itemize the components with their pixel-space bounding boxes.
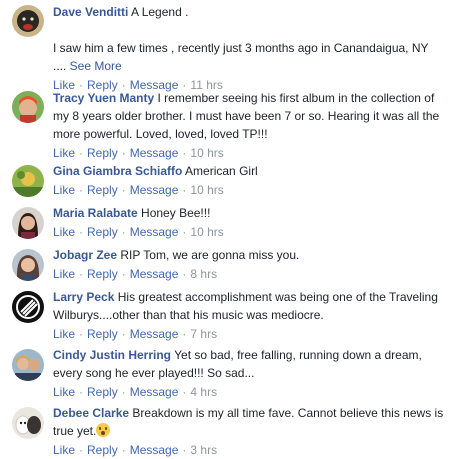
comment-author[interactable]: Gina Giambra Schiaffo bbox=[53, 164, 182, 178]
avatar-couple-photo[interactable] bbox=[12, 349, 44, 381]
separator: · bbox=[121, 327, 126, 341]
separator: · bbox=[79, 327, 84, 341]
separator: · bbox=[182, 225, 187, 239]
comment-text: Honey Bee!!! bbox=[141, 206, 211, 220]
comment-author[interactable]: Cindy Justin Herring bbox=[53, 348, 171, 362]
like-link[interactable]: Like bbox=[53, 267, 75, 281]
message-link[interactable]: Message bbox=[130, 183, 179, 197]
comment-timestamp[interactable]: 10 hrs bbox=[190, 146, 223, 160]
comment-actions: Like · Reply · Message · 10 hrs bbox=[53, 144, 463, 162]
comment-text: Yet so bad, free falling, running down a… bbox=[174, 348, 422, 362]
message-link[interactable]: Message bbox=[130, 225, 179, 239]
comment-actions: Like · Reply · Message · 3 hrs bbox=[53, 441, 463, 459]
avatar-woman-photo[interactable] bbox=[12, 249, 44, 281]
comment-author[interactable]: Dave Venditti bbox=[53, 5, 128, 19]
comment-actions: Like · Reply · Message · 4 hrs bbox=[53, 383, 463, 401]
separator: · bbox=[182, 146, 187, 160]
message-link[interactable]: Message bbox=[130, 327, 179, 341]
separator: · bbox=[121, 443, 126, 457]
avatar-woman-photo[interactable] bbox=[12, 207, 44, 239]
separator: · bbox=[182, 267, 187, 281]
separator: · bbox=[182, 327, 187, 341]
comment-actions: Like · Reply · Message · 10 hrs bbox=[53, 223, 463, 241]
comment-timestamp[interactable]: 8 hrs bbox=[190, 267, 217, 281]
separator: · bbox=[79, 443, 84, 457]
comment-text: more powerful. Loved, loved, loved TP!!! bbox=[53, 127, 268, 141]
comment-text: my 8 years older brother. I must have be… bbox=[53, 109, 440, 123]
comment-author[interactable]: Larry Peck bbox=[53, 290, 114, 304]
reply-link[interactable]: Reply bbox=[87, 225, 118, 239]
comment-text: Wilburys....other than that his music wa… bbox=[53, 308, 324, 322]
message-link[interactable]: Message bbox=[130, 443, 179, 457]
comment-text: A Legend . bbox=[131, 5, 189, 19]
separator: · bbox=[79, 183, 84, 197]
separator: · bbox=[182, 443, 187, 457]
separator: · bbox=[121, 146, 126, 160]
comment-text: Breakdown is my all time fave. Cannot be… bbox=[132, 406, 444, 420]
comment-text: I saw him a few times , recently just 3 … bbox=[53, 41, 429, 55]
comment-actions: Like · Reply · Message · 7 hrs bbox=[53, 325, 463, 343]
separator: · bbox=[79, 225, 84, 239]
like-link[interactable]: Like bbox=[53, 225, 75, 239]
comment-text: RIP Tom, we are gonna miss you. bbox=[120, 248, 300, 262]
separator: · bbox=[121, 225, 126, 239]
comment-timestamp[interactable]: 10 hrs bbox=[190, 225, 223, 239]
comment-timestamp[interactable]: 7 hrs bbox=[190, 327, 217, 341]
separator: · bbox=[121, 183, 126, 197]
avatar-dog-photo[interactable] bbox=[12, 5, 44, 37]
like-link[interactable]: Like bbox=[53, 183, 75, 197]
comment-text: His greatest accomplishment was being on… bbox=[117, 290, 438, 304]
comment-author[interactable]: Jobagr Zee bbox=[53, 248, 117, 262]
comment-actions: Like · Reply · Message · 10 hrs bbox=[53, 181, 463, 199]
comment-timestamp[interactable]: 4 hrs bbox=[190, 385, 217, 399]
separator: · bbox=[121, 385, 126, 399]
avatar-dogs-photo[interactable] bbox=[12, 407, 44, 439]
separator: · bbox=[182, 385, 187, 399]
comment-timestamp[interactable]: 10 hrs bbox=[190, 183, 223, 197]
comment-author[interactable]: Debee Clarke bbox=[53, 406, 129, 420]
comment-text: .... bbox=[53, 59, 70, 73]
comment-author[interactable]: Tracy Yuen Manty bbox=[53, 91, 154, 105]
reply-link[interactable]: Reply bbox=[87, 443, 118, 457]
message-link[interactable]: Message bbox=[130, 385, 179, 399]
comment-text: American Girl bbox=[185, 164, 258, 178]
comment-text: every song he ever played!!! So sad... bbox=[53, 366, 255, 380]
avatar-logo-black[interactable] bbox=[12, 291, 44, 323]
separator: · bbox=[79, 385, 84, 399]
avatar-woman-photo[interactable] bbox=[12, 91, 44, 123]
like-link[interactable]: Like bbox=[53, 385, 75, 399]
comment-timestamp[interactable]: 3 hrs bbox=[190, 443, 217, 457]
astonished-face-emoji-icon bbox=[96, 423, 111, 437]
reply-link[interactable]: Reply bbox=[87, 327, 118, 341]
like-link[interactable]: Like bbox=[53, 327, 75, 341]
like-link[interactable]: Like bbox=[53, 146, 75, 160]
comment-actions: Like · Reply · Message · 8 hrs bbox=[53, 265, 463, 283]
reply-link[interactable]: Reply bbox=[87, 385, 118, 399]
comment-author[interactable]: Maria Ralabate bbox=[53, 206, 138, 220]
message-link[interactable]: Message bbox=[130, 146, 179, 160]
separator: · bbox=[79, 267, 84, 281]
like-link[interactable]: Like bbox=[53, 443, 75, 457]
separator: · bbox=[182, 183, 187, 197]
separator: · bbox=[79, 146, 84, 160]
avatar-landscape-photo[interactable] bbox=[12, 165, 44, 197]
message-link[interactable]: Message bbox=[130, 267, 179, 281]
reply-link[interactable]: Reply bbox=[87, 267, 118, 281]
reply-link[interactable]: Reply bbox=[87, 183, 118, 197]
reply-link[interactable]: Reply bbox=[87, 146, 118, 160]
comment-text: I remember seeing his first album in the… bbox=[157, 91, 435, 105]
comment-text: true yet. bbox=[53, 424, 97, 438]
see-more-link[interactable]: See More bbox=[70, 59, 122, 73]
separator: · bbox=[121, 267, 126, 281]
